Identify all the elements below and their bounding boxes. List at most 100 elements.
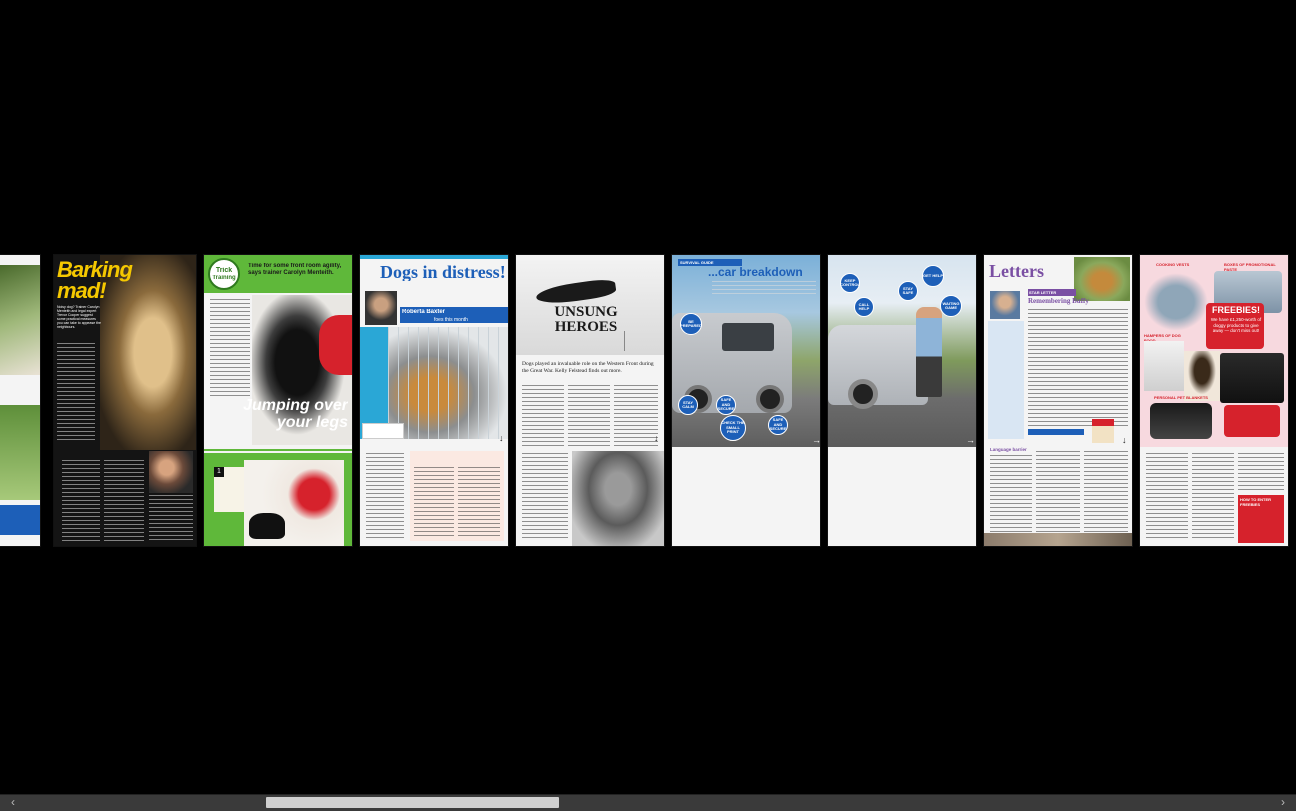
magazine-page-trick-training[interactable]: Trick Training Time for some front room …	[204, 255, 352, 546]
person-figure	[916, 307, 942, 397]
page-text-column	[712, 281, 816, 297]
page-strap: Roberta Baxter	[402, 309, 446, 315]
page-photo	[0, 265, 40, 375]
page-text-column	[522, 385, 564, 447]
magazine-page-unsung-heroes[interactable]: UNSUNG HEROES Dogs played an invaluable …	[516, 255, 664, 546]
page-text-column	[614, 385, 658, 447]
page-strap: Time for some front room agility, says t…	[248, 263, 342, 276]
page-text-column	[104, 460, 144, 542]
blue-signature-band	[1028, 429, 1084, 435]
page-title: Dogs in distress!	[380, 263, 506, 281]
magazine-page-car-breakdown-2[interactable]: KEEP CONTROL CALL HELP GET HELP STAY SAF…	[828, 255, 976, 546]
arrow-right-icon: →	[812, 435, 820, 445]
red-sleeve-accent	[319, 315, 352, 375]
page-text-column	[149, 495, 193, 543]
page-text-column	[1084, 451, 1128, 535]
page-text-column	[1036, 451, 1080, 535]
horizontal-scrollbar[interactable]: ‹ ›	[0, 794, 1296, 811]
page-photo	[0, 405, 40, 500]
page-text-column	[1238, 453, 1284, 493]
page-intro: Noisy dog? Trainer Carolyn Menteith and …	[57, 305, 101, 329]
author-photo	[365, 291, 397, 325]
blue-side-column	[988, 321, 1024, 439]
magazine-page-strip: Barking mad! Noisy dog? Trainer Carolyn …	[0, 255, 1296, 547]
badge-stay-safe: STAY SAFE	[898, 281, 918, 301]
page-text-column	[458, 467, 500, 539]
badge-call-help: CALL HELP	[854, 297, 874, 317]
badge-keep-control: KEEP CONTROL	[840, 273, 860, 293]
top-stripe	[360, 255, 508, 259]
page-text-column	[522, 453, 568, 541]
author-photo	[990, 291, 1020, 319]
magazine-page-partial[interactable]	[0, 255, 40, 546]
badge-get-help: GET HELP	[922, 265, 944, 287]
magazine-page-barking-mad[interactable]: Barking mad! Noisy dog? Trainer Carolyn …	[54, 255, 196, 546]
badge-safe-secure: SAFE AND SECURE	[716, 395, 736, 415]
star-letter-tag: STAR LETTER	[1028, 289, 1076, 296]
dog-silhouette	[249, 513, 285, 539]
page-photo	[984, 533, 1132, 546]
how-to-enter-label: HOW TO ENTER FREEBIES	[1240, 497, 1272, 507]
step-number: 1	[214, 467, 224, 477]
logo-text: Trick	[215, 267, 233, 274]
page-text-column	[210, 299, 250, 399]
page-text-column	[62, 460, 100, 542]
badge-check-print: CHECK THE SMALL PRINT	[720, 415, 746, 441]
red-product-accent	[1224, 405, 1280, 437]
page-photo	[1074, 257, 1130, 301]
page-title: Letters	[989, 261, 1044, 281]
page-text-column	[1028, 309, 1128, 429]
divider-bar	[204, 449, 352, 451]
magazine-page-dogs-in-distress[interactable]: Dogs in distress! Roberta Baxter foes th…	[360, 255, 508, 546]
page-title: ...car breakdown	[708, 265, 803, 279]
page-text-column	[1146, 453, 1188, 539]
page-title: Barking mad!	[57, 259, 133, 301]
photo-caption	[362, 423, 404, 439]
product-photo	[1144, 341, 1184, 391]
page-photo	[149, 451, 193, 493]
page-text-column	[414, 467, 454, 539]
magazine-cover-thumb	[1092, 419, 1114, 443]
car-body	[828, 325, 928, 405]
page-deck: Dogs played an invaluable role on the We…	[522, 361, 654, 374]
page-photo	[388, 327, 508, 439]
trick-training-logo: Trick Training	[208, 258, 240, 290]
letter-heading: Remembering Buffy	[1028, 297, 1089, 305]
car-wheel	[848, 379, 878, 409]
magazine-page-freebies[interactable]: COOKING VESTS BOXES OF PROMOTIONAL PASTE…	[1140, 255, 1288, 546]
scroll-left-arrow-icon[interactable]: ‹	[6, 795, 20, 810]
scroll-right-arrow-icon[interactable]: ›	[1276, 795, 1290, 810]
page-text-column	[568, 385, 610, 447]
magazine-page-car-breakdown[interactable]: SURVIVAL GUIDE ...car breakdown BE PREPA…	[672, 255, 820, 546]
freebie-label: COOKING VESTS	[1156, 262, 1190, 267]
page-photo	[572, 451, 664, 546]
letter-subhead: Language barrier	[990, 447, 1027, 452]
product-photo	[1184, 351, 1220, 401]
blue-caption-box	[0, 505, 40, 535]
arrow-down-icon: ↓	[1122, 435, 1127, 445]
page-text-column	[1192, 453, 1234, 539]
badge-waiting-game: WAITING GAME	[940, 295, 962, 317]
arrow-down-icon: ↓	[654, 433, 659, 443]
page-text-column	[990, 455, 1032, 535]
product-photo	[1144, 273, 1208, 331]
page-strap-tail: foes this month	[434, 317, 468, 323]
badge-safe-secure-2: SAFE AND SECURE	[768, 415, 788, 435]
magazine-page-letters[interactable]: Letters STAR LETTER Remembering Buffy ↓ …	[984, 255, 1132, 546]
freebie-label: PERSONAL PET BLANKETS	[1154, 395, 1208, 400]
badge-stay-calm: STAY CALM	[678, 395, 698, 415]
freebies-body: We have £1,250-worth of doggy products t…	[1210, 317, 1262, 333]
product-photo	[1150, 403, 1212, 439]
page-title: UNSUNG HEROES	[554, 305, 618, 335]
car-window	[722, 323, 774, 351]
page-text-column	[57, 343, 95, 443]
scrollbar-thumb[interactable]	[266, 797, 559, 808]
caption-box	[624, 331, 663, 351]
car-wheel	[756, 385, 784, 413]
arrow-down-icon: ↓	[499, 433, 504, 443]
page-headline: Jumping over your legs	[243, 397, 348, 431]
badge-be-prepared: BE PREPARED	[680, 313, 702, 335]
freebies-title: FREEBIES!	[1211, 305, 1260, 315]
logo-text: Training	[212, 275, 236, 281]
page-text-column	[366, 453, 404, 541]
